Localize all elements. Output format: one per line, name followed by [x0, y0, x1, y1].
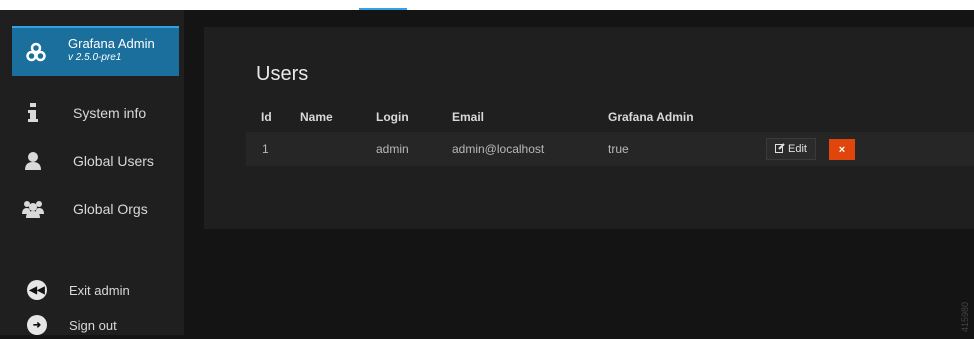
- user-icon: [22, 150, 44, 172]
- users-panel: Users Id Name Login Email Grafana Admin …: [204, 27, 974, 229]
- info-icon: [22, 102, 44, 124]
- delete-user-button[interactable]: ×: [829, 139, 855, 160]
- close-icon: ×: [838, 143, 846, 156]
- column-header-id: Id: [261, 110, 272, 124]
- sign-out-label: Sign out: [69, 318, 117, 333]
- brand-version: v 2.5.0-pre1: [68, 52, 122, 63]
- edit-user-button[interactable]: Edit: [766, 138, 816, 160]
- column-header-email: Email: [452, 110, 485, 124]
- sidebar-item-global-users[interactable]: Global Users: [0, 142, 184, 182]
- sidebar-item-label: System info: [73, 105, 147, 121]
- page-title: Users: [256, 63, 309, 85]
- sign-out-icon: ➜: [27, 315, 47, 335]
- figure-number: 415980: [960, 301, 970, 332]
- column-header-name: Name: [300, 110, 333, 124]
- sidebar-item-label: Global Users: [73, 153, 154, 169]
- edit-icon: [775, 142, 785, 156]
- exit-admin-link[interactable]: ◀◀ Exit admin: [0, 276, 184, 304]
- sidebar-item-label: Global Orgs: [73, 201, 148, 217]
- column-header-grafana-admin: Grafana Admin: [608, 110, 694, 124]
- cell-grafana-admin: true: [608, 142, 629, 156]
- users-group-icon: [22, 198, 44, 220]
- top-bar: [0, 0, 974, 10]
- cell-id: 1: [262, 142, 269, 156]
- sidebar-item-global-orgs[interactable]: Global Orgs: [0, 190, 184, 230]
- column-header-login: Login: [376, 110, 409, 124]
- sidebar: Grafana Admin v 2.5.0-pre1 System info G…: [0, 10, 184, 335]
- exit-admin-label: Exit admin: [69, 283, 130, 298]
- grafana-admin-icon: [24, 40, 48, 64]
- brand-title: Grafana Admin: [68, 36, 155, 51]
- brand-header[interactable]: Grafana Admin v 2.5.0-pre1: [12, 26, 179, 76]
- cell-login: admin: [376, 142, 409, 156]
- table-row: 1 admin admin@localhost true Edit ×: [246, 132, 974, 166]
- top-accent-bar: [359, 8, 407, 10]
- edit-label: Edit: [788, 143, 807, 155]
- sidebar-item-system-info[interactable]: System info: [0, 94, 184, 134]
- rewind-icon: ◀◀: [27, 280, 47, 300]
- cell-email: admin@localhost: [452, 142, 545, 156]
